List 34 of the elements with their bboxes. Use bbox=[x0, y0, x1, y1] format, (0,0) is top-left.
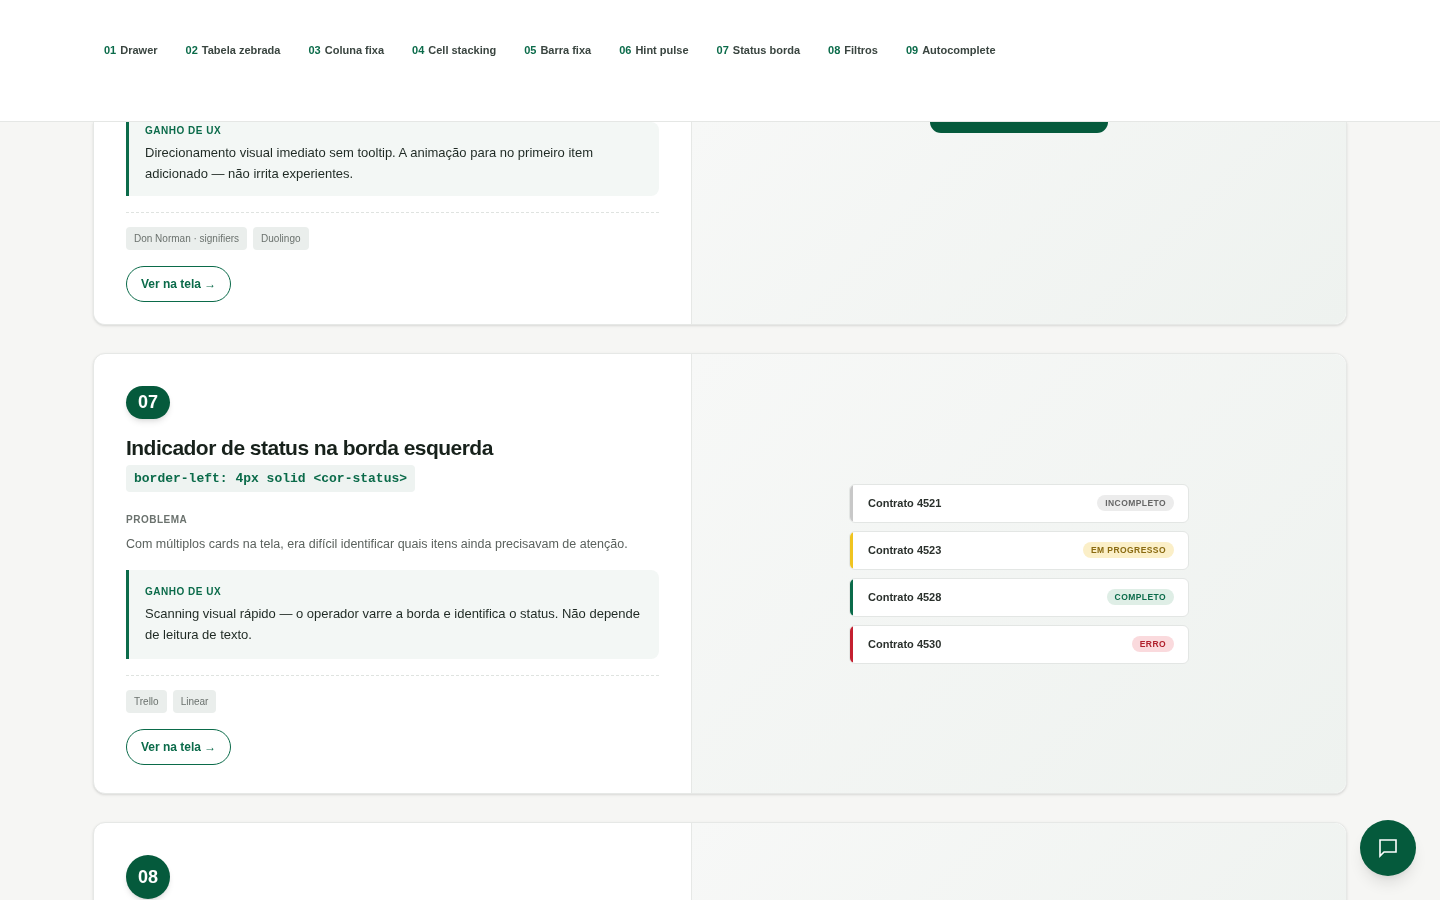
nav-link[interactable]: 01 Drawer bbox=[104, 42, 158, 59]
nav-link[interactable]: 04 Cell stacking bbox=[412, 42, 497, 59]
step-number: 08 bbox=[126, 855, 170, 899]
nav-link[interactable]: 06 Hint pulse bbox=[619, 42, 689, 59]
status-badge: INCOMPLETO bbox=[1097, 494, 1174, 512]
gain-text: Direcionamento visual imediato sem tooltip. A animação para no primeiro item adicionado — não irrita experientes. bbox=[145, 144, 594, 183]
section-label: GANHO DE UX bbox=[145, 124, 223, 138]
status-badge: COMPLETO bbox=[1106, 588, 1174, 606]
nav-link[interactable]: 05 Barra fixa bbox=[524, 42, 592, 59]
card-name: Contrato 4528 bbox=[868, 589, 942, 605]
pill-button[interactable] bbox=[930, 122, 1108, 133]
section-label: PROBLEMA bbox=[126, 513, 189, 528]
problem-text: Com múltiplos cards na tela, era difícil identificar quais itens ainda precisavam de atenção. bbox=[126, 536, 629, 554]
tag: Duolingo bbox=[253, 227, 309, 250]
card-name: Contrato 4523 bbox=[868, 542, 942, 558]
tag: Linear bbox=[172, 690, 217, 713]
status-badge: EM PROGRESSO bbox=[1083, 541, 1174, 559]
chat-button[interactable] bbox=[1360, 820, 1416, 876]
nav-link[interactable]: 09 Autocomplete bbox=[905, 42, 996, 59]
nav-link[interactable]: 07 Status borda bbox=[716, 42, 801, 59]
code-snippet: border-left: 4px solid <cor-status> bbox=[126, 464, 416, 493]
status-badge: ERRO bbox=[1131, 635, 1174, 653]
nav-link[interactable]: 08 Filtros bbox=[828, 42, 878, 59]
chat-icon bbox=[1378, 838, 1398, 858]
tag: Don Norman · signifiers bbox=[126, 227, 248, 250]
tag: Trello bbox=[126, 690, 167, 713]
card-name: Contrato 4521 bbox=[868, 495, 942, 511]
section-label: GANHO DE UX bbox=[145, 585, 223, 599]
card-title: Indicador de status na borda esquerda bbox=[126, 434, 495, 461]
nav-link[interactable]: 03 Coluna fixa bbox=[308, 42, 384, 59]
nav-link[interactable]: 02 Tabela zebrada bbox=[185, 42, 281, 59]
gain-text: Scanning visual rápido — o operador varre a borda e identifica o status. Não depende de leitura de texto. bbox=[145, 605, 642, 644]
card-name: Contrato 4530 bbox=[868, 636, 942, 652]
step-number: 07 bbox=[126, 386, 170, 419]
